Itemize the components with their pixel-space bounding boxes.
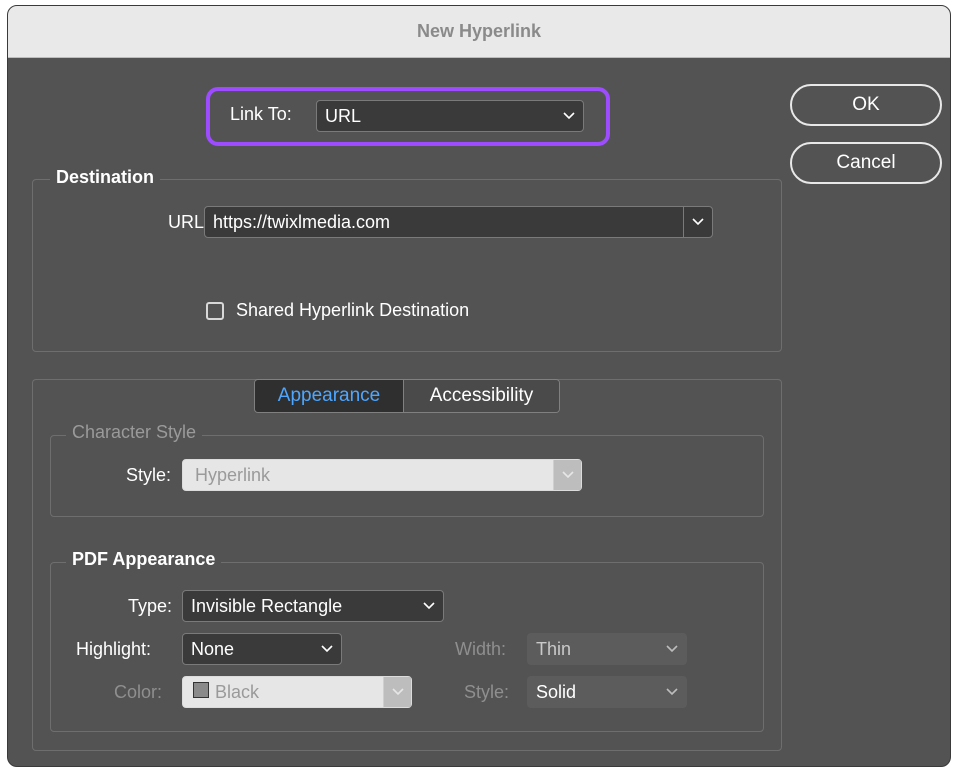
color-value-wrap: Black (193, 681, 383, 703)
link-to-value: URL (325, 105, 362, 126)
dialog-title: New Hyperlink (416, 21, 542, 41)
type-select[interactable]: Invisible Rectangle (182, 590, 444, 622)
width-value: Thin (536, 638, 572, 659)
width-select: Thin (527, 633, 687, 665)
style-select: Solid (527, 676, 687, 708)
tab-appearance[interactable]: Appearance (255, 380, 403, 412)
highlight-select[interactable]: None (182, 633, 342, 665)
chevron-down-icon (555, 101, 583, 131)
highlight-label: Highlight: (76, 639, 152, 659)
chevron-down-icon (313, 634, 341, 664)
color-label: Color: (114, 682, 163, 702)
destination-group (32, 179, 782, 352)
cancel-button[interactable]: Cancel (790, 142, 942, 184)
chevron-down-icon (415, 591, 443, 621)
character-style-title: Character Style (66, 422, 203, 443)
url-label: URL: (168, 212, 210, 232)
ok-button[interactable]: OK (790, 84, 942, 126)
chevron-down-icon (658, 634, 686, 664)
color-value: Black (215, 681, 260, 702)
chevron-down-icon (383, 677, 411, 707)
title-bar: New Hyperlink (8, 6, 950, 58)
new-hyperlink-dialog: New Hyperlink Link To: URL OK Cancel Des… (7, 5, 951, 767)
shared-destination-checkbox[interactable] (206, 302, 224, 320)
type-label: Type: (128, 596, 173, 616)
destination-title: Destination (50, 167, 161, 188)
url-value: https://twixlmedia.com (213, 211, 391, 232)
char-style-label: Style: (126, 465, 172, 485)
chevron-down-icon (658, 677, 686, 707)
style-value: Solid (536, 681, 577, 702)
pdf-appearance-title: PDF Appearance (66, 549, 222, 570)
url-input[interactable]: https://twixlmedia.com (204, 206, 684, 238)
chevron-down-icon (692, 218, 704, 226)
highlight-value: None (191, 638, 235, 659)
chevron-down-icon (553, 460, 581, 490)
shared-destination-label: Shared Hyperlink Destination (236, 300, 470, 320)
tab-accessibility[interactable]: Accessibility (403, 380, 559, 412)
style-label: Style: (464, 682, 510, 702)
url-dropdown-button[interactable] (683, 206, 713, 238)
char-style-value: Hyperlink (195, 464, 271, 485)
appearance-tabs: Appearance Accessibility (254, 379, 560, 413)
color-swatch (193, 681, 209, 698)
width-label: Width: (455, 639, 507, 659)
link-to-label: Link To: (230, 104, 292, 124)
char-style-select: Hyperlink (182, 459, 582, 491)
color-select: Black (182, 676, 412, 708)
type-value: Invisible Rectangle (191, 595, 343, 616)
link-to-select[interactable]: URL (316, 100, 584, 132)
